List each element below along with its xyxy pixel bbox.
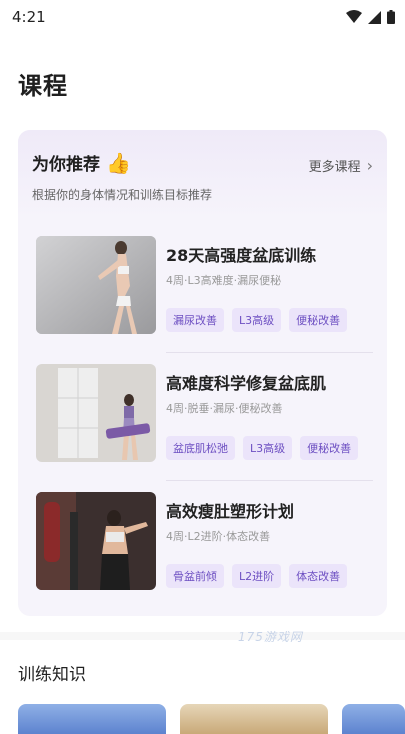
course-thumbnail [36, 492, 156, 590]
watermark: 175游戏网 [238, 630, 303, 644]
divider [166, 352, 373, 353]
course-tag: 骨盆前倾 [166, 564, 224, 588]
more-courses-link[interactable]: 更多课程 › [309, 156, 373, 175]
course-tag: L3高级 [243, 436, 293, 460]
course-tags: 骨盆前倾 L2进阶 体态改善 [166, 564, 348, 588]
course-tags: 漏尿改善 L3高级 便秘改善 [166, 308, 348, 332]
knowledge-card[interactable] [342, 704, 405, 734]
course-tag: 便秘改善 [289, 308, 348, 332]
knowledge-card[interactable] [180, 704, 328, 734]
status-bar: 4:21 [0, 0, 405, 34]
page-title: 课程 [18, 72, 68, 100]
course-name: 高难度科学修复盆底肌 [166, 374, 327, 393]
course-tag: 便秘改善 [300, 436, 359, 460]
course-tag: 盆底肌松弛 [166, 436, 235, 460]
course-tag: 体态改善 [289, 564, 348, 588]
course-meta: 4周·L2进阶·体态改善 [166, 530, 271, 543]
course-tag: L3高级 [232, 308, 282, 332]
divider [166, 480, 373, 481]
course-item[interactable]: 28天高强度盆底训练 4周·L3高难度·漏尿便秘 漏尿改善 L3高级 便秘改善 [36, 236, 373, 336]
recommend-title-text: 为你推荐 [32, 155, 100, 175]
wifi-icon [346, 10, 362, 23]
course-item[interactable]: 高效瘦肚塑形计划 4周·L2进阶·体态改善 骨盆前倾 L2进阶 体态改善 [36, 492, 373, 592]
status-icons [346, 10, 395, 24]
course-thumbnail [36, 364, 156, 462]
chevron-right-icon: › [366, 156, 373, 175]
course-name: 高效瘦肚塑形计划 [166, 502, 295, 521]
battery-icon [387, 10, 395, 24]
course-tag: L2进阶 [232, 564, 282, 588]
course-tags: 盆底肌松弛 L3高级 便秘改善 [166, 436, 359, 460]
cellular-signal-icon [368, 10, 381, 24]
course-name: 28天高强度盆底训练 [166, 246, 317, 265]
section-separator [0, 632, 405, 640]
recommend-card: 为你推荐 👍 更多课程 › 根据你的身体情况和训练目标推荐 28天高强度盆底训练… [18, 130, 387, 616]
thumbs-up-icon: 👍 [106, 150, 131, 175]
course-meta: 4周·L3高难度·漏尿便秘 [166, 274, 282, 287]
recommend-header-bg [18, 130, 387, 220]
course-tag: 漏尿改善 [166, 308, 224, 332]
status-time: 4:21 [12, 8, 46, 26]
recommend-subtitle: 根据你的身体情况和训练目标推荐 [32, 188, 213, 202]
knowledge-section-title: 训练知识 [18, 665, 86, 685]
knowledge-card[interactable] [18, 704, 166, 734]
course-thumbnail [36, 236, 156, 334]
course-item[interactable]: 高难度科学修复盆底肌 4周·脱垂·漏尿·便秘改善 盆底肌松弛 L3高级 便秘改善 [36, 364, 373, 464]
more-courses-label: 更多课程 [308, 160, 361, 175]
course-meta: 4周·脱垂·漏尿·便秘改善 [166, 402, 283, 415]
recommend-title: 为你推荐 👍 [32, 150, 131, 176]
